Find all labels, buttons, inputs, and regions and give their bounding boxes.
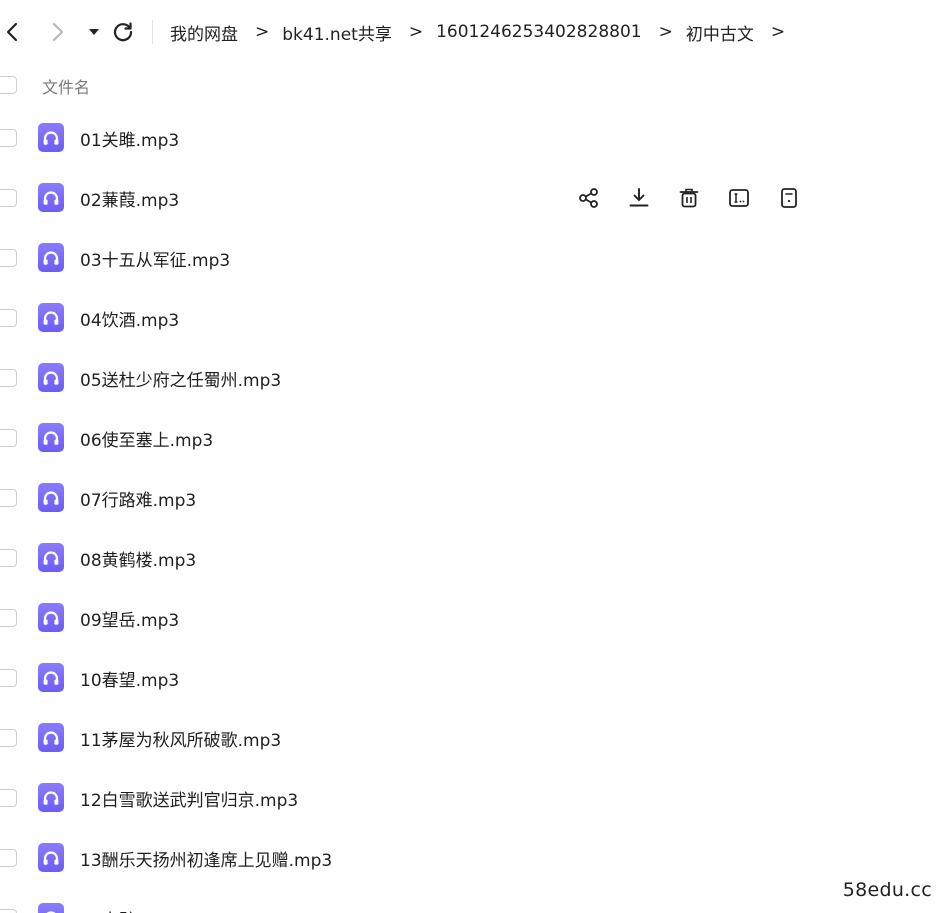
row-checkbox[interactable] <box>0 369 17 387</box>
file-name[interactable]: 05送杜少府之任蜀州.mp3 <box>80 366 281 391</box>
audio-file-icon <box>38 603 64 632</box>
file-row[interactable]: 08黄鹤楼.mp3 <box>0 528 950 588</box>
file-name[interactable]: 10春望.mp3 <box>80 666 179 691</box>
breadcrumb: 我的网盘 > bk41.net共享 > 1601246253402828801 … <box>170 19 798 45</box>
row-checkbox[interactable] <box>0 489 17 507</box>
column-header-filename[interactable]: 文件名 <box>42 74 90 98</box>
row-checkbox[interactable] <box>0 309 17 327</box>
chevron-right-icon[interactable] <box>46 20 70 44</box>
file-name[interactable]: 02蒹葭.mp3 <box>80 186 179 211</box>
audio-file-icon <box>38 663 64 692</box>
caret-down-icon[interactable] <box>82 20 106 44</box>
row-checkbox[interactable] <box>0 849 17 867</box>
row-checkbox[interactable] <box>0 249 17 267</box>
row-checkbox[interactable] <box>0 909 17 913</box>
row-checkbox[interactable] <box>0 729 17 747</box>
list-header: 文件名 <box>0 70 950 100</box>
row-actions <box>576 183 826 213</box>
refresh-icon[interactable] <box>111 20 135 44</box>
file-row[interactable]: 14赤壁.mp3 <box>0 888 950 913</box>
file-row[interactable]: 02蒹葭.mp3 <box>0 168 950 228</box>
file-name[interactable]: 11茅屋为秋风所破歌.mp3 <box>80 726 281 751</box>
rename-icon[interactable] <box>726 185 752 211</box>
audio-file-icon <box>38 303 64 332</box>
row-checkbox[interactable] <box>0 789 17 807</box>
toolbar: 我的网盘 > bk41.net共享 > 1601246253402828801 … <box>0 0 950 62</box>
details-icon[interactable] <box>776 185 802 211</box>
file-name[interactable]: 14赤壁.mp3 <box>80 906 179 913</box>
breadcrumb-item-current[interactable]: 初中古文 <box>686 20 754 45</box>
audio-file-icon <box>38 543 64 572</box>
row-checkbox[interactable] <box>0 669 17 687</box>
file-name[interactable]: 12白雪歌送武判官归京.mp3 <box>80 786 298 811</box>
audio-file-icon <box>38 243 64 272</box>
file-row[interactable]: 09望岳.mp3 <box>0 588 950 648</box>
toolbar-divider <box>152 20 153 44</box>
file-name[interactable]: 13酬乐天扬州初逢席上见赠.mp3 <box>80 846 332 871</box>
file-row[interactable]: 04饮酒.mp3 <box>0 288 950 348</box>
file-name[interactable]: 08黄鹤楼.mp3 <box>80 546 196 571</box>
audio-file-icon <box>38 483 64 512</box>
audio-file-icon <box>38 363 64 392</box>
chevron-left-icon[interactable] <box>0 20 24 44</box>
audio-file-icon <box>38 783 64 812</box>
file-row[interactable]: 05送杜少府之任蜀州.mp3 <box>0 348 950 408</box>
file-name[interactable]: 07行路难.mp3 <box>80 486 196 511</box>
row-checkbox[interactable] <box>0 189 17 207</box>
audio-file-icon <box>38 903 64 913</box>
breadcrumb-separator: > <box>658 22 673 42</box>
audio-file-icon <box>38 123 64 152</box>
delete-icon[interactable] <box>676 185 702 211</box>
breadcrumb-item-folder-id[interactable]: 1601246253402828801 <box>436 22 642 42</box>
file-name[interactable]: 06使至塞上.mp3 <box>80 426 213 451</box>
audio-file-icon <box>38 843 64 872</box>
file-row[interactable]: 10春望.mp3 <box>0 648 950 708</box>
row-checkbox[interactable] <box>0 129 17 147</box>
share-icon[interactable] <box>576 185 602 211</box>
breadcrumb-item-root[interactable]: 我的网盘 <box>170 20 238 45</box>
file-row[interactable]: 07行路难.mp3 <box>0 468 950 528</box>
row-checkbox[interactable] <box>0 609 17 627</box>
row-checkbox[interactable] <box>0 429 17 447</box>
file-name[interactable]: 03十五从军征.mp3 <box>80 246 230 271</box>
breadcrumb-separator: > <box>408 22 424 42</box>
file-row[interactable]: 12白雪歌送武判官归京.mp3 <box>0 768 950 828</box>
watermark: 58edu.cc <box>842 879 932 901</box>
file-name[interactable]: 04饮酒.mp3 <box>80 306 179 331</box>
file-name[interactable]: 01关雎.mp3 <box>80 126 179 151</box>
breadcrumb-item-share[interactable]: bk41.net共享 <box>282 20 392 45</box>
breadcrumb-separator: > <box>255 22 270 42</box>
file-row[interactable]: 01关雎.mp3 <box>0 108 950 168</box>
breadcrumb-separator: > <box>770 22 786 42</box>
file-row[interactable]: 03十五从军征.mp3 <box>0 228 950 288</box>
audio-file-icon <box>38 183 64 212</box>
file-row[interactable]: 13酬乐天扬州初逢席上见赠.mp3 <box>0 828 950 888</box>
audio-file-icon <box>38 723 64 752</box>
select-all-checkbox[interactable] <box>0 76 17 94</box>
row-checkbox[interactable] <box>0 549 17 567</box>
audio-file-icon <box>38 423 64 452</box>
file-browser: 我的网盘 > bk41.net共享 > 1601246253402828801 … <box>0 0 950 913</box>
file-name[interactable]: 09望岳.mp3 <box>80 606 179 631</box>
file-row[interactable]: 06使至塞上.mp3 <box>0 408 950 468</box>
file-row[interactable]: 11茅屋为秋风所破歌.mp3 <box>0 708 950 768</box>
download-icon[interactable] <box>626 185 652 211</box>
